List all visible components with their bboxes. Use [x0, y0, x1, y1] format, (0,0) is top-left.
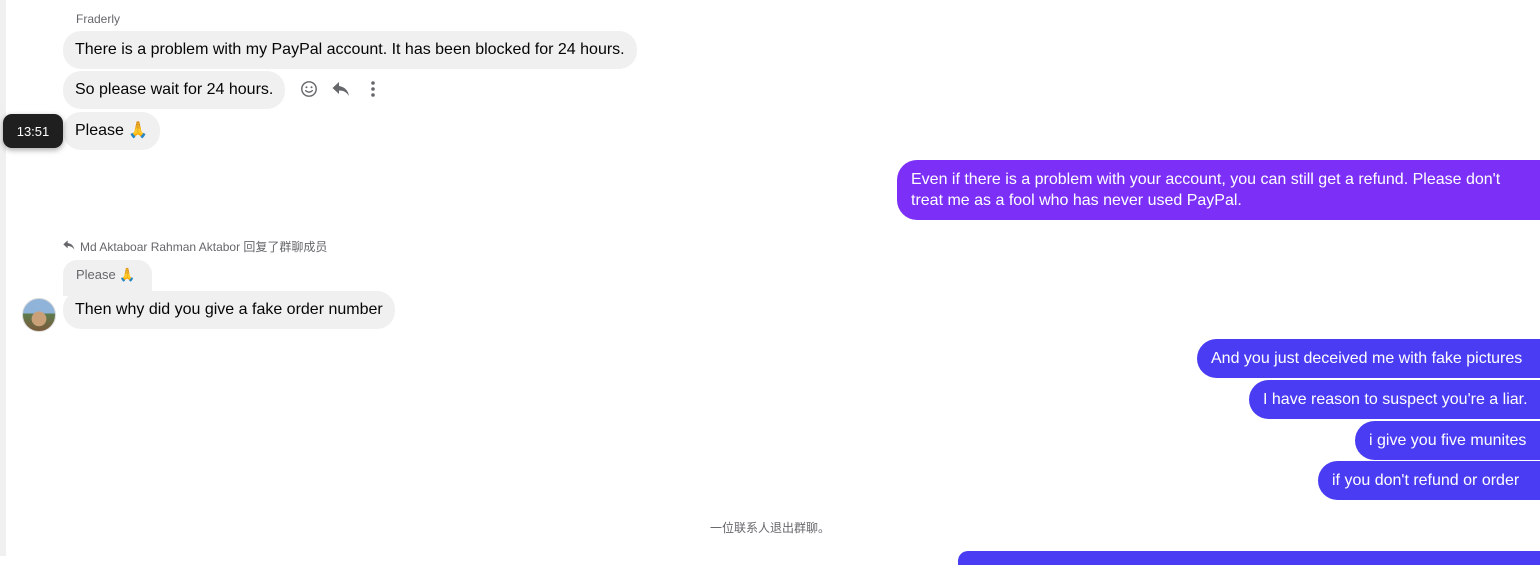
message-bubble-incoming[interactable]: There is a problem with my PayPal accoun…: [63, 31, 637, 69]
system-notice: 一位联系人退出群聊。: [709, 521, 830, 535]
message-bubble-outgoing[interactable]: Even if there is a problem with your acc…: [897, 160, 1540, 220]
message-bubble-outgoing-partial[interactable]: [958, 551, 1540, 565]
smile-icon[interactable]: [298, 78, 320, 100]
reply-icon[interactable]: [330, 78, 352, 100]
message-actions: [298, 78, 384, 100]
message-bubble-outgoing[interactable]: if you don't refund or order: [1318, 461, 1540, 500]
message-bubble-outgoing[interactable]: And you just deceived me with fake pictu…: [1197, 339, 1540, 378]
message-text: Please 🙏: [75, 122, 149, 139]
timestamp-tooltip: 13:51: [3, 114, 63, 148]
sender-name: Fraderly: [76, 12, 121, 26]
message-bubble-incoming[interactable]: Then why did you give a fake order numbe…: [63, 291, 395, 329]
reply-header-text: Md Aktaboar Rahman Aktabor 回复了群聊成员: [80, 240, 328, 254]
left-edge-rail: [0, 0, 6, 556]
message-text-line: treat me as a fool who has never used Pa…: [911, 192, 1242, 209]
more-vertical-icon[interactable]: [362, 78, 384, 100]
message-text-line: Even if there is a problem with your acc…: [911, 171, 1501, 188]
reply-icon: [62, 239, 76, 254]
reply-header: Md Aktaboar Rahman Aktabor 回复了群聊成员: [62, 238, 327, 255]
avatar[interactable]: [22, 298, 56, 332]
message-bubble-incoming[interactable]: So please wait for 24 hours.: [63, 71, 286, 109]
message-bubble-outgoing[interactable]: I have reason to suspect you're a liar.: [1249, 380, 1540, 419]
message-bubble-incoming[interactable]: Please 🙏: [63, 112, 161, 150]
message-bubble-outgoing[interactable]: i give you five munites: [1355, 421, 1540, 460]
